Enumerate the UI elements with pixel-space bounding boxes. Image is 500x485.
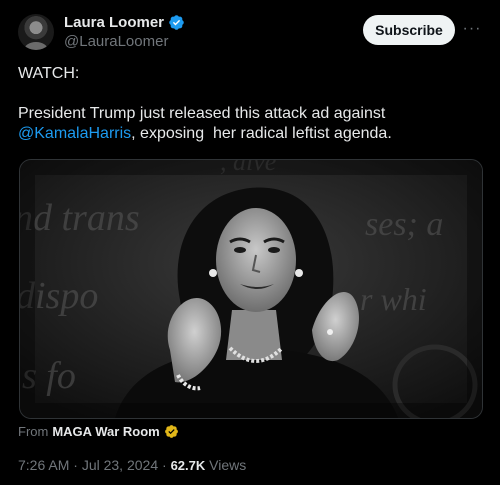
tweet-date[interactable]: Jul 23, 2024 bbox=[82, 457, 158, 473]
subscribe-button[interactable]: Subscribe bbox=[363, 15, 455, 45]
video-player[interactable]: nd trans dispo s fo ses; a r whi , dive bbox=[19, 159, 483, 419]
source-name[interactable]: MAGA War Room bbox=[52, 424, 159, 439]
video-frame: nd trans dispo s fo ses; a r whi , dive bbox=[20, 160, 482, 418]
author-handle[interactable]: @LauraLoomer bbox=[64, 33, 168, 50]
mention-link[interactable]: @KamalaHarris bbox=[18, 125, 131, 142]
tweet-line-1: WATCH: bbox=[18, 65, 80, 82]
more-options-icon[interactable]: ··· bbox=[461, 20, 483, 37]
views-count[interactable]: 62.7K bbox=[171, 458, 206, 473]
svg-text:ses; a: ses; a bbox=[365, 206, 443, 243]
author-row: Laura Loomer bbox=[64, 14, 185, 31]
media-attribution: From MAGA War Room bbox=[18, 424, 179, 439]
tweet-text: WATCH: President Trump just released thi… bbox=[18, 64, 486, 144]
svg-text:r whi: r whi bbox=[360, 281, 427, 317]
tweet-time[interactable]: 7:26 AM bbox=[18, 457, 69, 473]
tweet: Laura Loomer @LauraLoomer Subscribe ··· … bbox=[0, 0, 500, 485]
verified-badge-icon[interactable] bbox=[168, 14, 185, 31]
tweet-line-3: @KamalaHarris, exposing her radical left… bbox=[18, 124, 486, 144]
tweet-metadata: 7:26 AM · Jul 23, 2024 · 62.7K Views bbox=[18, 457, 247, 473]
views-label: Views bbox=[205, 457, 247, 473]
tweet-line-2: President Trump just released this attac… bbox=[18, 105, 386, 122]
avatar[interactable] bbox=[18, 14, 54, 50]
svg-text:nd trans: nd trans bbox=[20, 197, 140, 239]
from-label: From bbox=[18, 424, 49, 439]
tweet-line-3-rest: , exposing her radical leftist agenda. bbox=[131, 125, 392, 142]
gold-verified-badge-icon[interactable] bbox=[164, 424, 179, 439]
author-name[interactable]: Laura Loomer bbox=[64, 14, 164, 31]
